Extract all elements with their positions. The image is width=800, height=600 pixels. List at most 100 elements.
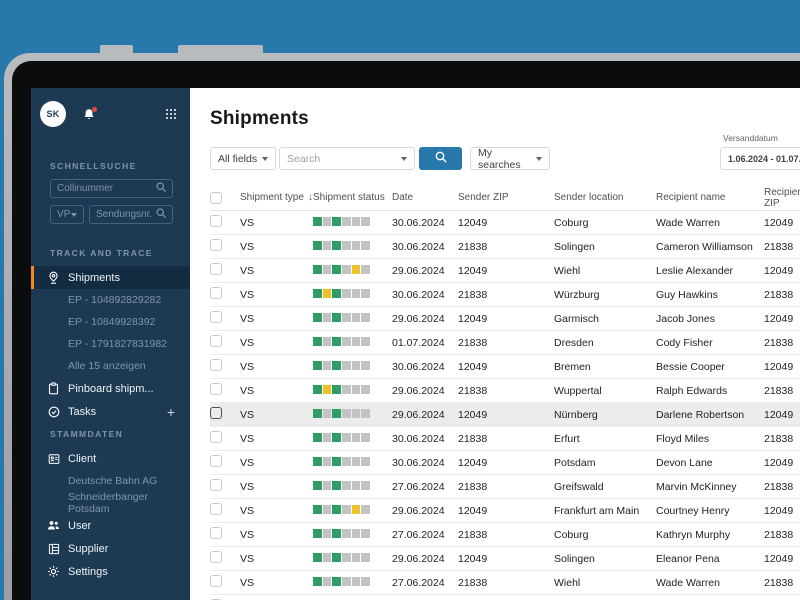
row-checkbox[interactable] <box>210 431 222 443</box>
sidebar-item-user[interactable]: User <box>31 514 190 537</box>
my-searches-select[interactable]: My searches <box>470 147 550 171</box>
column-header-shipment-type[interactable]: Shipment type ↓ <box>240 192 313 203</box>
row-checkbox[interactable] <box>210 575 222 587</box>
status-segment <box>332 528 342 538</box>
avatar[interactable]: SK <box>40 101 66 127</box>
cell-shipment-status <box>313 552 392 565</box>
status-segment <box>332 480 342 490</box>
sidebar-item-client[interactable]: Client <box>31 447 190 470</box>
column-header-recipient-zip[interactable]: Recipient ZIP <box>764 187 800 209</box>
table-row[interactable]: VS 24.06.2024 12049 Würzburg Cameron Wil… <box>210 595 800 600</box>
table-row[interactable]: VS 27.06.2024 21838 Coburg Kathryn Murph… <box>210 523 800 547</box>
sidebar-item-pinboard[interactable]: Pinboard shipm... <box>31 377 190 400</box>
main-content: Shipments All fields Search My searches … <box>190 88 800 600</box>
column-header-date[interactable]: Date <box>392 192 458 203</box>
column-header-sender-zip[interactable]: Sender ZIP <box>458 192 554 203</box>
table-row[interactable]: VS 30.06.2024 21838 Würzburg Guy Hawkins… <box>210 283 800 307</box>
column-header-sender-location[interactable]: Sender location <box>554 192 656 203</box>
cell-sender-zip: 12049 <box>458 456 488 469</box>
cell-date: 29.06.2024 <box>392 552 445 565</box>
status-segment <box>361 336 371 346</box>
table-row[interactable]: VS 30.06.2024 12049 Coburg Wade Warren 1… <box>210 211 800 235</box>
sidebar-nav-stammdaten: Client Deutsche Bahn AG Schneiderbanger … <box>31 447 190 583</box>
vp-select[interactable]: VP <box>50 205 84 224</box>
cell-sender-zip: 12049 <box>458 312 488 325</box>
row-checkbox[interactable] <box>210 479 222 491</box>
table-row[interactable]: VS 29.06.2024 12049 Wiehl Leslie Alexand… <box>210 259 800 283</box>
cell-recipient-name: Darlene Robertson <box>656 408 745 421</box>
cell-recipient-zip: 12049 <box>764 552 794 565</box>
colli-number-input[interactable]: Collinummer <box>50 179 173 198</box>
bell-icon[interactable] <box>83 106 97 121</box>
table-row[interactable]: VS 29.06.2024 12049 Frankfurt am Main Co… <box>210 499 800 523</box>
row-checkbox[interactable] <box>210 359 222 371</box>
clipboard-icon <box>47 382 60 395</box>
cell-date: 29.06.2024 <box>392 384 445 397</box>
column-header-recipient-name[interactable]: Recipient name <box>656 192 764 203</box>
sidebar-item-ep-shipment[interactable]: EP - 104892829282 <box>31 289 190 311</box>
status-segment <box>332 576 342 586</box>
sidebar-item-shipments[interactable]: Shipments <box>31 266 190 289</box>
shipment-number-input[interactable]: Sendungsnr. <box>89 205 173 224</box>
status-segment <box>351 504 361 514</box>
row-checkbox[interactable] <box>210 407 222 419</box>
table-row[interactable]: VS 29.06.2024 12049 Garmisch Jacob Jones… <box>210 307 800 331</box>
row-checkbox[interactable] <box>210 335 222 347</box>
sidebar-item-ep-shipment[interactable]: EP - 1791827831982 <box>31 333 190 355</box>
select-all-checkbox[interactable] <box>210 191 222 204</box>
field-selector[interactable]: All fields <box>210 147 276 170</box>
row-checkbox[interactable] <box>210 287 222 299</box>
sidebar-item-tasks[interactable]: Tasks + <box>31 400 190 423</box>
row-checkbox[interactable] <box>210 455 222 467</box>
row-checkbox[interactable] <box>210 383 222 395</box>
sidebar-item-show-all[interactable]: Alle 15 anzeigen <box>31 355 190 377</box>
row-checkbox[interactable] <box>210 503 222 515</box>
status-segment <box>342 264 351 274</box>
row-checkbox[interactable] <box>210 551 222 563</box>
table-row[interactable]: VS 29.06.2024 12049 Solingen Eleanor Pen… <box>210 547 800 571</box>
table-row[interactable]: VS 30.06.2024 12049 Bremen Bessie Cooper… <box>210 355 800 379</box>
table-row[interactable]: VS 29.06.2024 12049 Nürnberg Darlene Rob… <box>210 403 800 427</box>
chevron-down-icon <box>401 156 407 161</box>
table-row[interactable]: VS 27.06.2024 21838 Greifswald Marvin Mc… <box>210 475 800 499</box>
status-segment <box>313 552 322 562</box>
apps-grid-icon[interactable] <box>165 108 176 120</box>
search-input[interactable]: Search <box>279 147 415 170</box>
table-row[interactable]: VS 30.06.2024 21838 Erfurt Floyd Miles 2… <box>210 427 800 451</box>
table-row[interactable]: VS 27.06.2024 21838 Wiehl Wade Warren 21… <box>210 571 800 595</box>
sidebar-subitem-client[interactable]: Schneiderbanger Potsdam <box>31 491 190 515</box>
date-range-input[interactable]: 1.06.2024 - 01.07.2024 <box>720 147 800 170</box>
status-segment <box>322 480 332 490</box>
row-checkbox[interactable] <box>210 311 222 323</box>
status-segment <box>322 456 332 466</box>
table-row[interactable]: VS 01.07.2024 21838 Dresden Cody Fisher … <box>210 331 800 355</box>
cell-sender-zip: 21838 <box>458 288 488 301</box>
table-row[interactable]: VS 30.06.2024 12049 Potsdam Devon Lane 1… <box>210 451 800 475</box>
status-segment <box>313 312 322 322</box>
row-checkbox[interactable] <box>210 263 222 275</box>
cell-shipment-status <box>313 336 392 349</box>
sidebar-item-ep-shipment[interactable]: EP - 10849928392 <box>31 311 190 333</box>
status-segment <box>332 360 342 370</box>
cell-recipient-zip: 12049 <box>764 360 794 373</box>
sidebar-item-supplier[interactable]: Supplier <box>31 537 190 560</box>
row-checkbox[interactable] <box>210 527 222 539</box>
status-segment <box>351 552 361 562</box>
column-header-shipment-status[interactable]: Shipment status <box>313 192 392 203</box>
cell-recipient-name: Kathryn Murphy <box>656 528 731 541</box>
id-card-icon <box>47 453 60 465</box>
status-segment <box>361 384 371 394</box>
cell-sender-location: Wuppertal <box>554 384 602 397</box>
row-checkbox[interactable] <box>210 239 222 251</box>
sidebar-item-settings[interactable]: Settings <box>31 560 190 583</box>
search-icon <box>435 151 447 166</box>
sidebar-subitem-client[interactable]: Deutsche Bahn AG <box>31 470 190 492</box>
table-row[interactable]: VS 30.06.2024 21838 Solingen Cameron Wil… <box>210 235 800 259</box>
status-segment <box>342 480 351 490</box>
search-button[interactable] <box>419 147 462 170</box>
status-bar <box>313 384 371 394</box>
table-row[interactable]: VS 29.06.2024 21838 Wuppertal Ralph Edwa… <box>210 379 800 403</box>
date-filter: Versanddatum 1.06.2024 - 01.07.2024 <box>720 133 800 170</box>
add-task-button[interactable]: + <box>167 405 175 419</box>
row-checkbox[interactable] <box>210 215 222 227</box>
